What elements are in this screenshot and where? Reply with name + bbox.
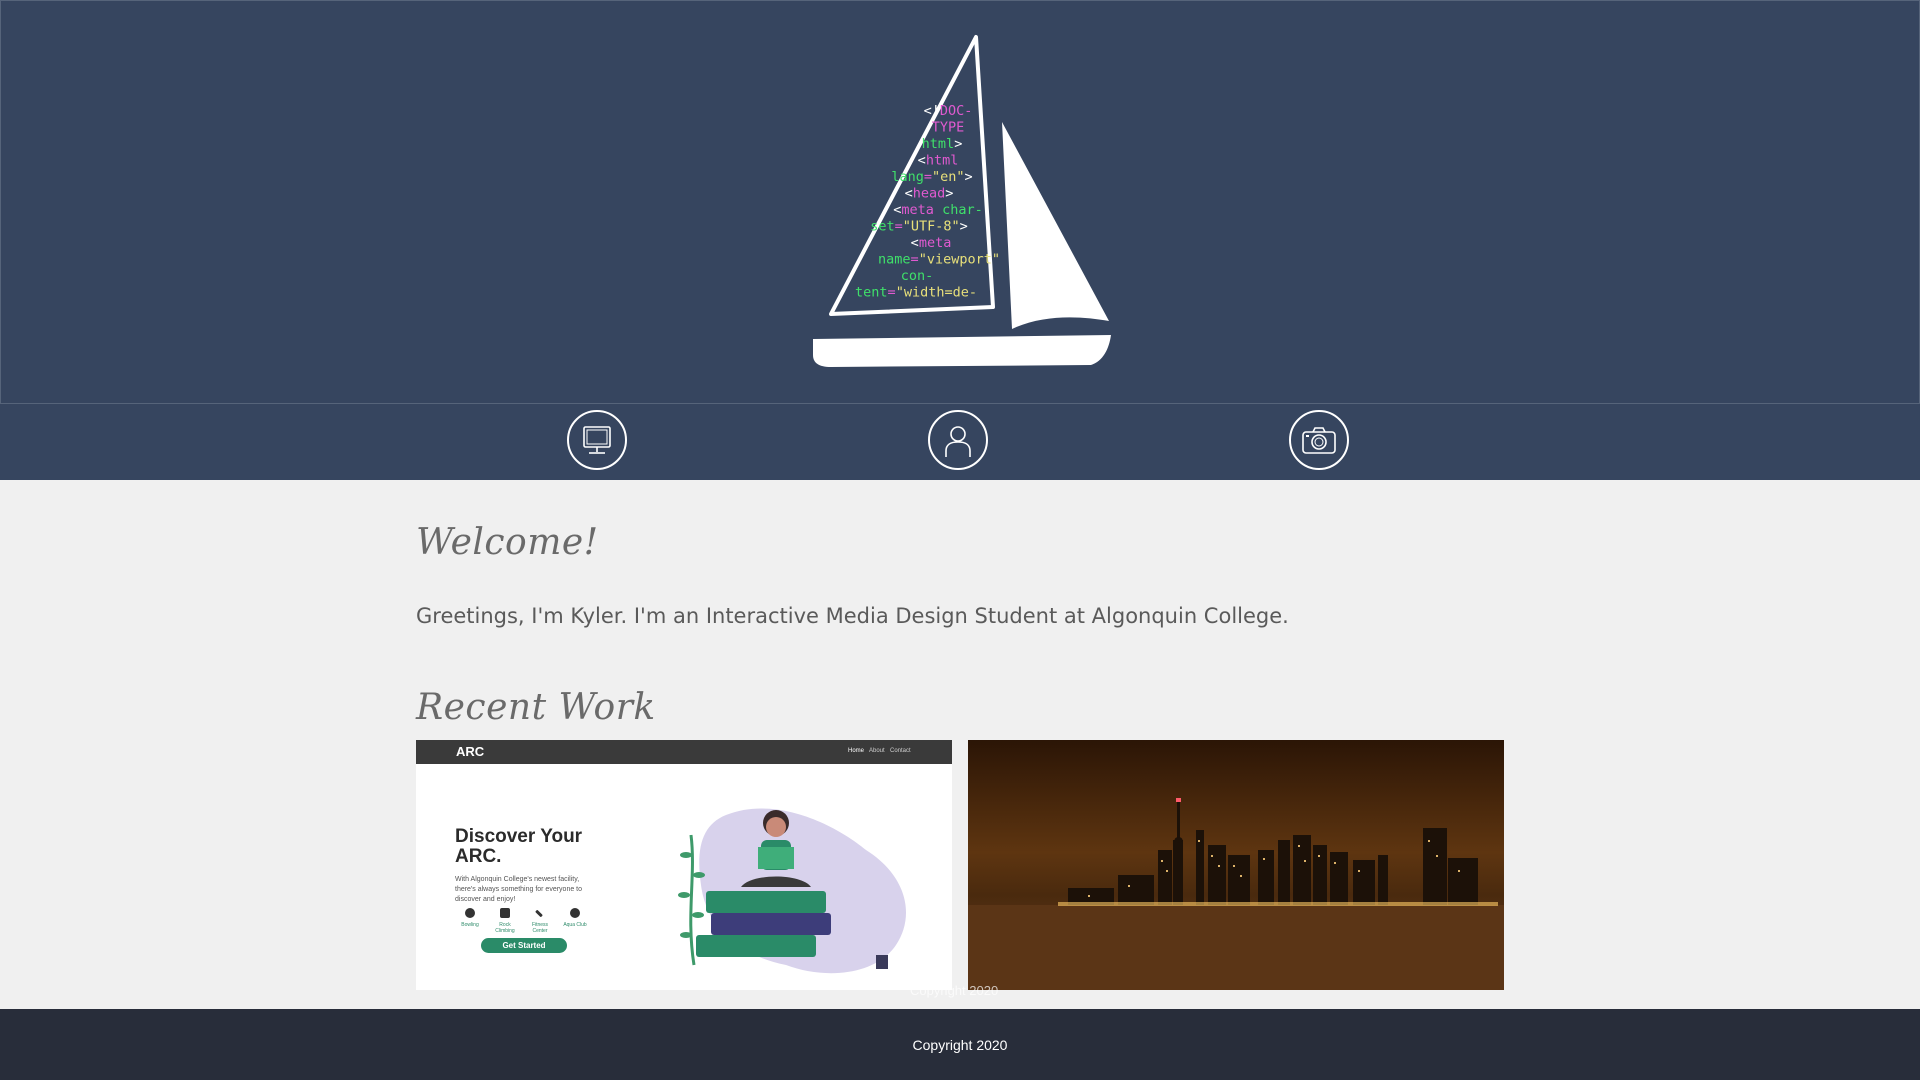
sail-code-line: <!DOC-	[924, 103, 973, 119]
recent-work-heading: Recent Work	[416, 687, 656, 728]
arc-nav-home: Home	[848, 748, 865, 754]
sail-code-line: <meta char-	[893, 202, 982, 218]
camera-icon	[1302, 427, 1336, 454]
arc-feature-label: Bowling	[461, 922, 479, 928]
sail-code-line: tent="width=de-	[855, 285, 977, 301]
arc-feature-label: Rock Climbing	[495, 922, 515, 934]
sail-code-line: con-	[901, 268, 934, 284]
reading-woman-illustration	[678, 808, 906, 974]
arc-get-started-button: Get Started	[481, 938, 567, 953]
sail-code-line: <meta	[911, 235, 952, 251]
nav-about-button[interactable]	[928, 410, 988, 470]
computer-icon	[583, 426, 611, 454]
person-icon	[945, 426, 971, 457]
sail-code-line: <head>	[905, 186, 954, 202]
arc-hero-subtitle: With Algonquin College's newest facility…	[455, 876, 583, 903]
hero-header: <!DOC- TYPE html> <html lang="en"> <head> <met…	[0, 0, 1920, 404]
sail-code-line: <html	[918, 153, 959, 169]
climbing-icon	[500, 908, 510, 918]
arc-logo: ARC	[456, 744, 485, 759]
sail-code-line: TYPE	[932, 120, 965, 136]
city-skyline-photo	[968, 798, 1504, 990]
sail-code-line: name="viewport"	[878, 252, 1000, 268]
arc-feature-label: Aqua Club	[563, 922, 587, 928]
dumbbell-icon	[535, 909, 543, 918]
boat-hull	[813, 335, 1111, 367]
arc-navbar: ARC Home About Contact	[416, 740, 952, 764]
sail-code-line: set="UTF-8">	[870, 219, 968, 235]
jib-sail	[1002, 122, 1109, 329]
arc-nav-contact: Contact	[890, 748, 911, 754]
sailboat-code-logo: <!DOC-TYPEhtml><htmllang="en"><head><met…	[813, 35, 1111, 367]
work-thumbnail-arc[interactable]: ARC Home About Contact Discover Your ARC…	[416, 740, 952, 990]
ball-icon	[570, 908, 580, 918]
welcome-heading: Welcome!	[416, 522, 599, 563]
bowling-icon	[465, 908, 475, 918]
ghost-copyright-text: Copyright 2020	[910, 983, 999, 998]
nav-computer-button[interactable]	[567, 410, 627, 470]
main-navigation	[0, 404, 1920, 480]
footer-copyright: Copyright 2020	[912, 1036, 1008, 1053]
work-thumbnail-skyline[interactable]	[968, 740, 1504, 990]
arc-nav-about: About	[869, 748, 885, 754]
intro-text: Greetings, I'm Kyler. I'm an Interactive…	[416, 604, 1289, 628]
arc-feature-icons: Bowling Rock Climbing Fitness Center Aqu…	[455, 908, 595, 938]
page-footer: Copyright 2020	[0, 1009, 1920, 1080]
nav-photography-button[interactable]	[1289, 410, 1349, 470]
sail-code-line: html>	[922, 136, 963, 152]
sail-code-line: lang="en">	[891, 169, 972, 185]
arc-feature-label: Fitness Center	[531, 922, 549, 934]
arc-hero-title: Discover Your ARC.	[455, 826, 583, 867]
